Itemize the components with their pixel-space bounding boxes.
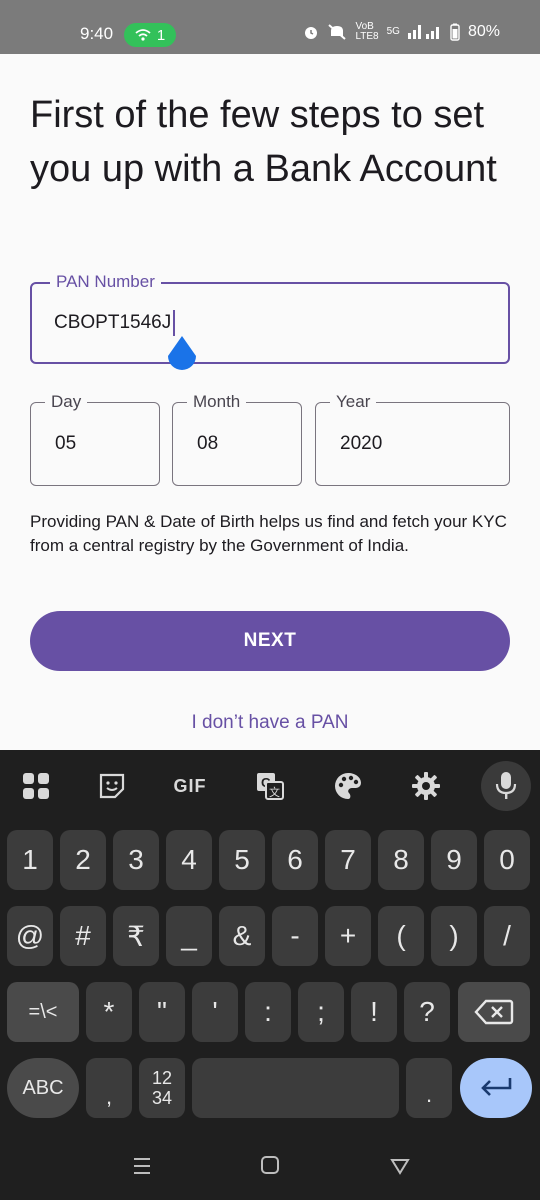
key-colon[interactable]: : <box>245 982 291 1042</box>
key-6[interactable]: 6 <box>272 830 318 890</box>
wifi-badge: 1 <box>124 23 176 47</box>
battery-percent: 80% <box>467 23 500 40</box>
month-field[interactable]: Month 08 <box>172 392 302 486</box>
soft-keyboard: GIF G文 1 2 3 4 5 6 7 8 9 0 @ # ₹ _ & - +… <box>0 750 540 1200</box>
wifi-count: 1 <box>156 26 166 44</box>
key-at[interactable]: @ <box>7 906 53 966</box>
key-period[interactable]: . <box>406 1058 452 1118</box>
status-time: 9:40 <box>80 24 114 43</box>
year-value: 2020 <box>340 433 383 454</box>
key-double-quote[interactable]: " <box>139 982 185 1042</box>
pan-number-field[interactable]: PAN Number CBOPT1546J <box>30 272 510 364</box>
enter-icon[interactable] <box>460 1058 532 1118</box>
key-4[interactable]: 4 <box>166 830 212 890</box>
microphone-icon[interactable] <box>481 761 531 811</box>
signal-icon <box>407 25 439 39</box>
key-ampersand[interactable]: & <box>219 906 265 966</box>
key-plus[interactable]: + <box>325 906 371 966</box>
key-7[interactable]: 7 <box>325 830 371 890</box>
key-1[interactable]: 1 <box>7 830 53 890</box>
wifi-icon <box>135 29 151 41</box>
back-icon[interactable] <box>390 1154 410 1182</box>
cursor-handle-icon[interactable] <box>166 336 198 372</box>
pan-number-value: CBOPT1546J <box>54 312 172 333</box>
alarm-icon <box>305 27 318 39</box>
day-value: 05 <box>55 433 77 454</box>
translate-icon[interactable]: G文 <box>250 766 290 806</box>
no-pan-link[interactable]: I don’t have a PAN <box>0 712 540 734</box>
battery-icon <box>450 23 460 41</box>
key-9[interactable]: 9 <box>431 830 477 890</box>
page-title: First of the few steps to set you up wit… <box>30 94 497 190</box>
svg-text:文: 文 <box>269 785 280 799</box>
key-close-paren[interactable]: ) <box>431 906 477 966</box>
key-hash[interactable]: # <box>60 906 106 966</box>
key-more-symbols[interactable]: =\< <box>7 982 79 1042</box>
apps-grid-icon[interactable] <box>16 766 56 806</box>
key-comma[interactable]: , <box>86 1058 132 1118</box>
key-slash[interactable]: / <box>484 906 530 966</box>
volte-indicator: VoB LTE8 <box>355 21 379 42</box>
network-5g: 5G <box>386 26 400 37</box>
gif-button[interactable]: GIF <box>170 766 210 806</box>
year-field[interactable]: Year 2020 <box>315 392 510 486</box>
status-bar: 9:40 1 VoB LTE8 5G 80% <box>0 0 540 54</box>
key-numpad-toggle[interactable]: 12 34 <box>139 1058 185 1118</box>
key-2[interactable]: 2 <box>60 830 106 890</box>
key-minus[interactable]: - <box>272 906 318 966</box>
sticker-icon[interactable] <box>92 766 132 806</box>
theme-palette-icon[interactable] <box>328 766 368 806</box>
key-abc[interactable]: ABC <box>7 1058 79 1118</box>
text-cursor <box>173 310 176 336</box>
kyc-info-text: Providing PAN & Date of Birth helps us f… <box>30 512 507 555</box>
keyboard-toolbar: GIF G文 <box>0 750 540 820</box>
key-3[interactable]: 3 <box>113 830 159 890</box>
backspace-icon[interactable] <box>458 982 530 1042</box>
key-0[interactable]: 0 <box>484 830 530 890</box>
status-icons: VoB LTE8 5G 80% <box>303 22 500 42</box>
next-button[interactable]: NEXT <box>30 611 510 671</box>
day-field[interactable]: Day 05 <box>30 392 160 486</box>
key-question[interactable]: ? <box>404 982 450 1042</box>
key-space[interactable] <box>192 1058 399 1118</box>
key-underscore[interactable]: _ <box>166 906 212 966</box>
key-rupee[interactable]: ₹ <box>113 906 159 966</box>
month-value: 08 <box>197 433 219 454</box>
home-icon[interactable] <box>260 1154 280 1182</box>
recents-icon[interactable] <box>132 1154 152 1182</box>
key-5[interactable]: 5 <box>219 830 265 890</box>
key-semicolon[interactable]: ; <box>298 982 344 1042</box>
key-single-quote[interactable]: ' <box>192 982 238 1042</box>
key-8[interactable]: 8 <box>378 830 424 890</box>
settings-gear-icon[interactable] <box>406 766 446 806</box>
mute-icon <box>328 24 347 40</box>
key-open-paren[interactable]: ( <box>378 906 424 966</box>
key-asterisk[interactable]: * <box>86 982 132 1042</box>
key-exclamation[interactable]: ! <box>351 982 397 1042</box>
navigation-bar <box>0 1136 540 1200</box>
